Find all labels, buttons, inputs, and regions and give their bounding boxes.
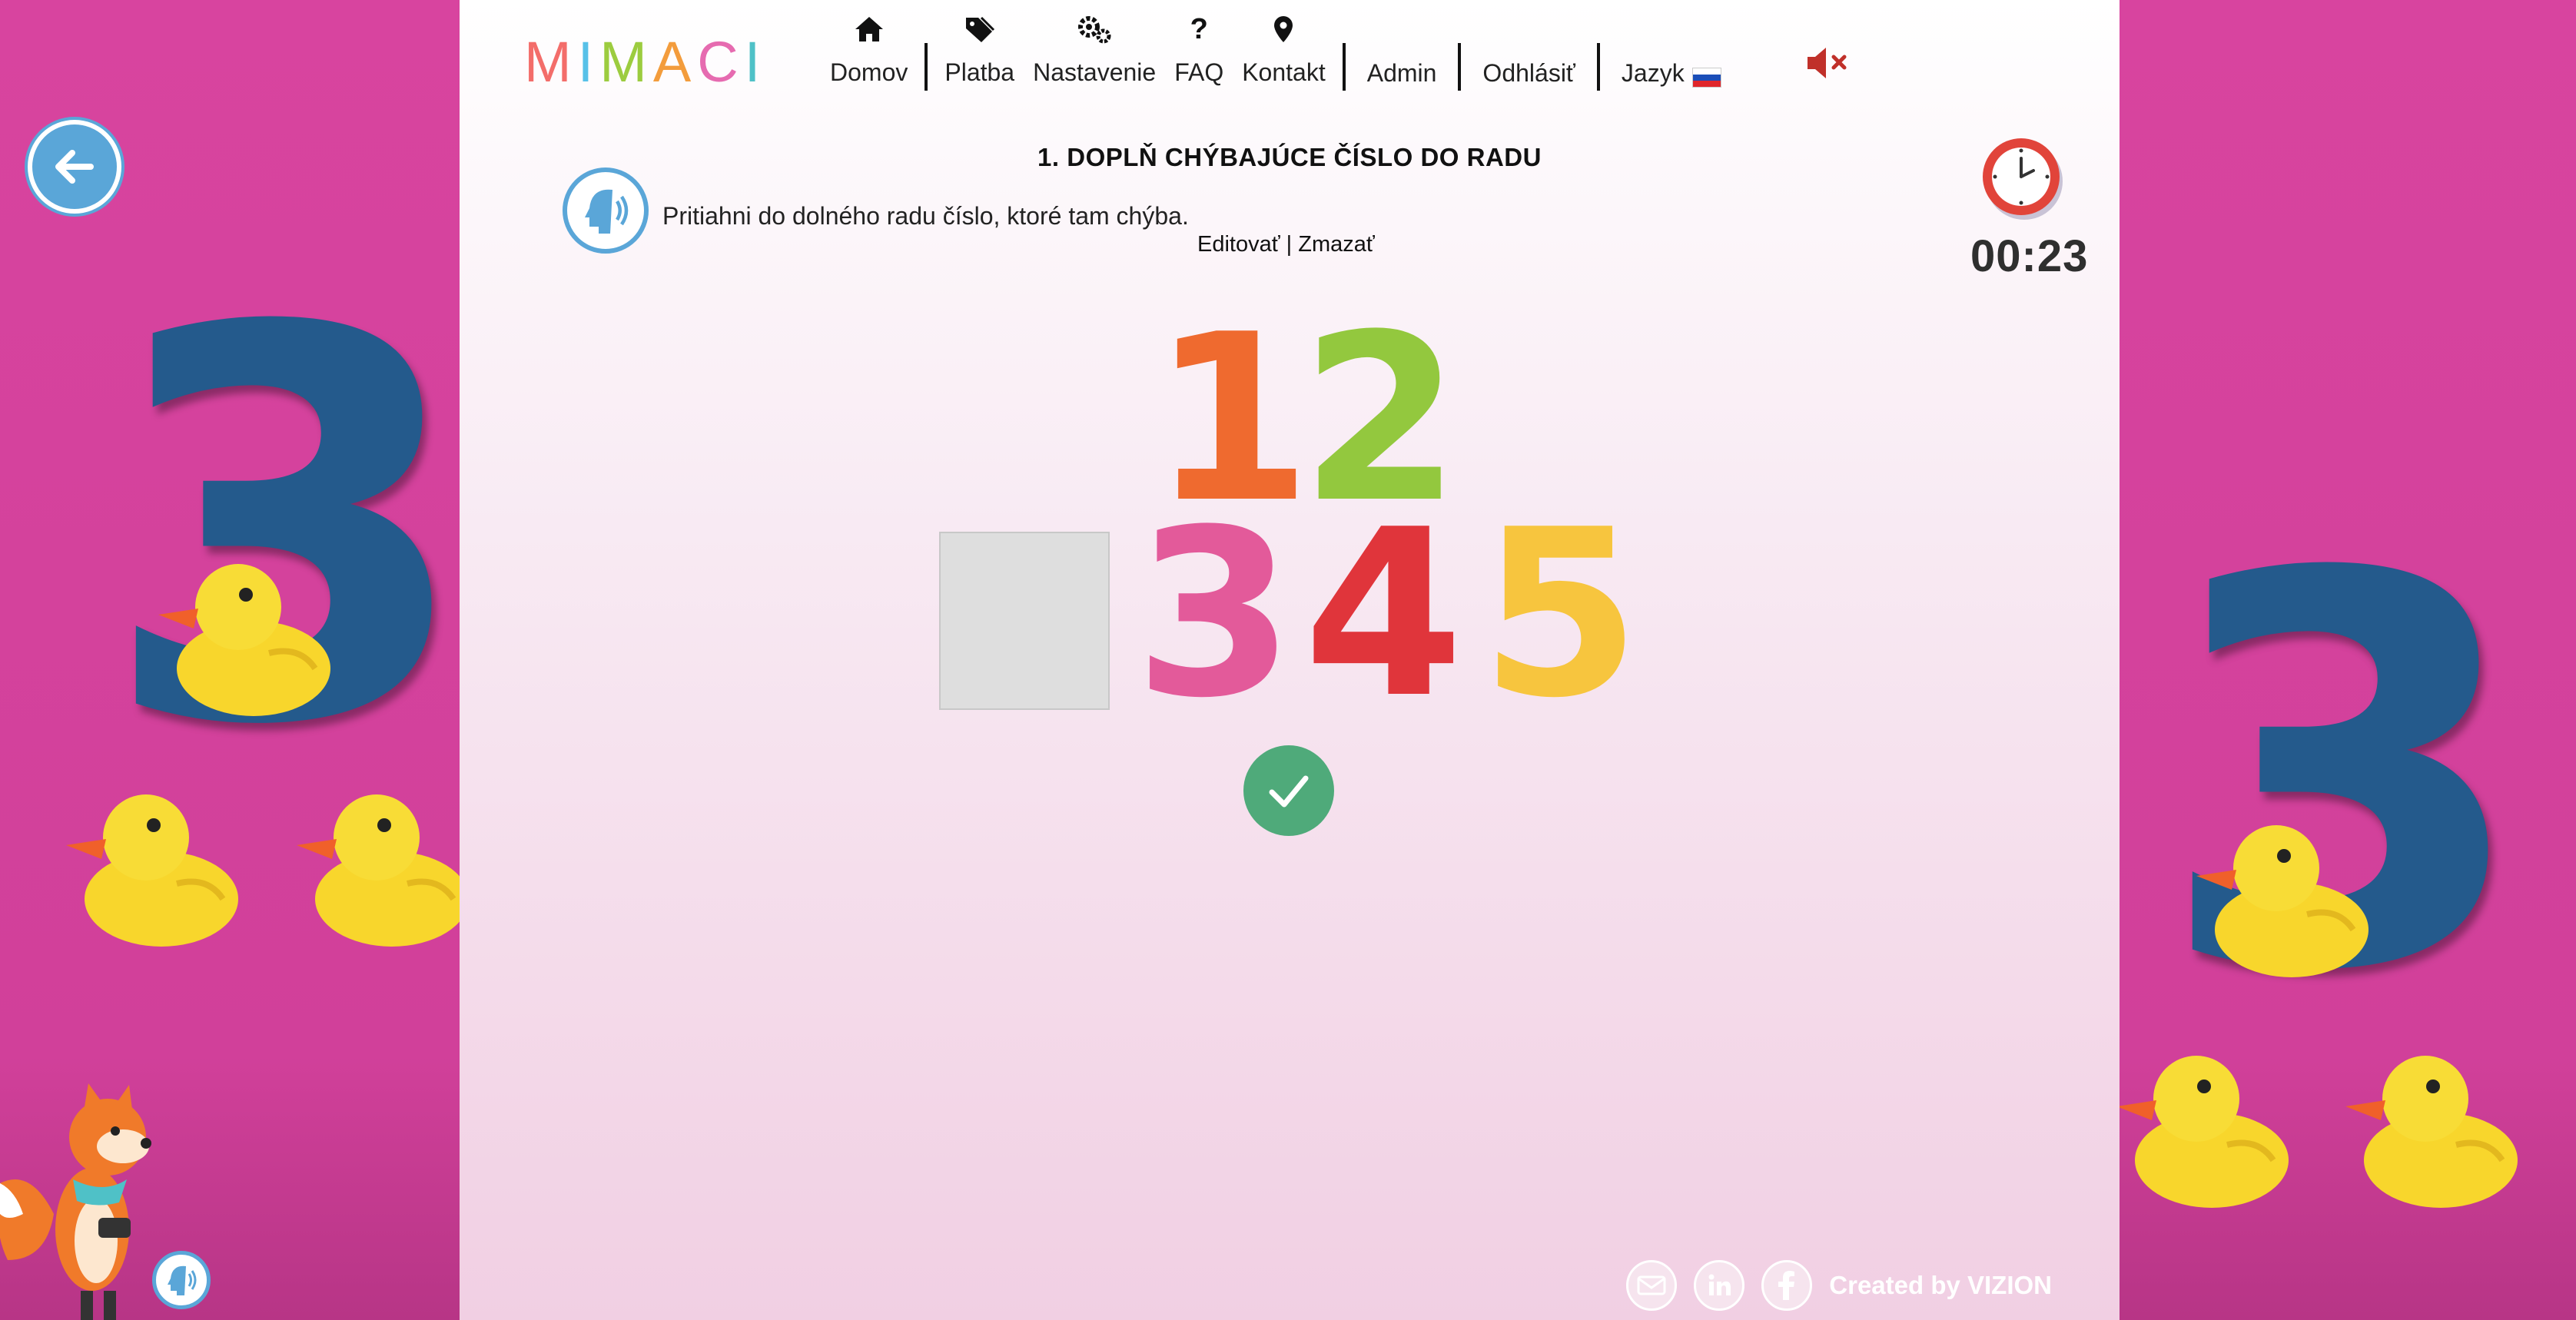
logo-letter: A [652, 30, 696, 94]
nav-divider [925, 43, 928, 91]
task-title: 1. DOPLŇ CHÝBAJÚCE ČÍSLO DO RADU [1037, 143, 1542, 171]
duck-image [61, 784, 246, 957]
check-answer-button[interactable] [1243, 745, 1334, 836]
main-content: M I M A C I Domov Platba Nastavenie ? FA… [460, 0, 2120, 1320]
mimaci-logo[interactable]: M I M A C I [524, 29, 765, 94]
edit-links: Editovať | Zmazať [1197, 232, 1375, 257]
sound-toggle[interactable] [1804, 46, 1851, 84]
timer-display: 00:23 [1970, 231, 2089, 281]
delete-link[interactable]: Zmazať [1298, 232, 1375, 257]
sequence-number-5: 5 [1480, 480, 1641, 748]
arrow-left-icon [55, 150, 94, 184]
empty-drop-slot[interactable] [939, 532, 1110, 710]
home-icon [854, 12, 885, 46]
nav-payment-label: Platba [944, 58, 1015, 86]
nav-language[interactable]: Jazyk [1608, 6, 1735, 92]
gears-icon [1077, 12, 1112, 46]
nav-language-label: Jazyk [1621, 59, 1685, 87]
logo-letter: I [577, 30, 599, 94]
duck-image [154, 553, 338, 726]
created-by-credit[interactable]: Created by VIZION [1829, 1271, 2052, 1300]
speaking-head-icon [585, 189, 629, 234]
mail-link[interactable] [1626, 1260, 1678, 1311]
speaking-head-icon [168, 1265, 197, 1295]
nav-faq-label: FAQ [1174, 58, 1224, 86]
nav-divider [1596, 43, 1600, 91]
duck-image [2192, 814, 2376, 987]
facebook-icon [1778, 1271, 1795, 1300]
task-instruction: Pritiahni do dolného radu číslo, ktoré t… [662, 202, 1189, 230]
nav-payment[interactable]: Platba [935, 11, 1024, 92]
mail-icon [1637, 1275, 1666, 1295]
nav-admin[interactable]: Admin [1353, 6, 1451, 92]
nav-divider [1458, 43, 1462, 91]
footer: Created by VIZION [1626, 1260, 2052, 1311]
question-icon: ? [1190, 12, 1208, 45]
map-pin-icon [1273, 12, 1294, 46]
nav-contact-label: Kontakt [1242, 58, 1326, 86]
nav-settings[interactable]: Nastavenie [1024, 11, 1165, 92]
sk-flag-icon [1691, 68, 1721, 88]
mascot-speak-button[interactable] [152, 1251, 211, 1309]
tag-icon [963, 12, 997, 46]
duck-image [292, 784, 460, 957]
left-decor-panel: 3 [0, 0, 460, 1320]
link-divider: | [1286, 232, 1293, 257]
linkedin-icon [1708, 1274, 1731, 1295]
logo-letter: M [524, 30, 576, 94]
nav-home[interactable]: Domov [821, 11, 917, 92]
facebook-link[interactable] [1761, 1260, 1813, 1311]
checkmark-icon [1269, 775, 1309, 808]
sequence-number-4: 4 [1303, 480, 1464, 748]
nav-settings-label: Nastavenie [1033, 58, 1157, 86]
logo-letter: M [599, 30, 652, 94]
linkedin-link[interactable] [1694, 1260, 1745, 1311]
nav-logout[interactable]: Odhlásiť [1469, 6, 1589, 92]
fox-mascot-image [0, 1083, 169, 1320]
nav-home-label: Domov [830, 58, 908, 86]
edit-link[interactable]: Editovať [1197, 232, 1280, 257]
back-button[interactable] [28, 120, 121, 214]
duck-image [2341, 1045, 2525, 1218]
read-instruction-button[interactable] [563, 167, 649, 254]
speaker-muted-icon [1808, 48, 1847, 78]
main-nav: Domov Platba Nastavenie ? FAQ Kontakt Ad… [821, 11, 1735, 92]
sequence-number-3: 3 [1134, 480, 1295, 748]
logo-letter: I [744, 30, 765, 94]
nav-divider [1342, 43, 1346, 91]
nav-faq[interactable]: ? FAQ [1165, 11, 1233, 92]
right-decor-panel: 3 [2118, 0, 2576, 1320]
duck-image [2118, 1045, 2296, 1218]
nav-contact[interactable]: Kontakt [1233, 11, 1335, 92]
logo-letter: C [697, 30, 743, 94]
clock-icon [1980, 135, 2066, 221]
